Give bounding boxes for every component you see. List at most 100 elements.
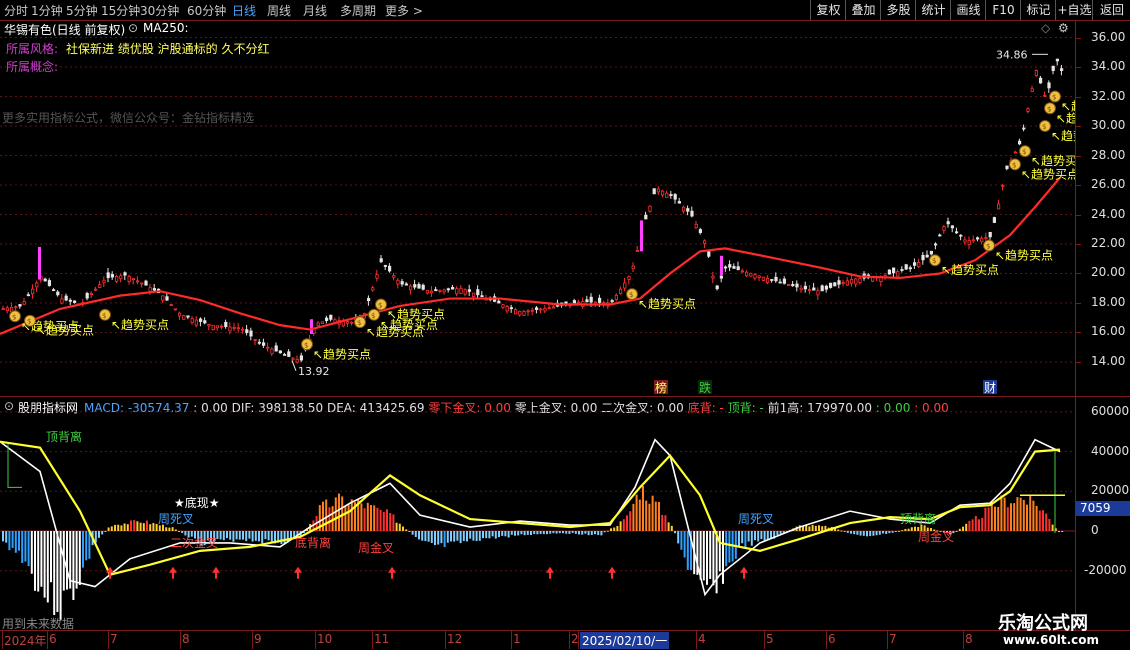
- candle-body: [73, 300, 77, 303]
- toolbar-button-0[interactable]: 复权: [810, 0, 846, 20]
- candle-body: [509, 307, 514, 310]
- period-tab-10[interactable]: 更多 >: [385, 2, 423, 19]
- macd-bar: [248, 531, 251, 539]
- toolbar-button-6[interactable]: 标记: [1020, 0, 1056, 20]
- macd-bar: [350, 499, 353, 531]
- macd-bar: [664, 515, 667, 531]
- period-tab-3[interactable]: 15分钟: [101, 2, 140, 19]
- buy-signal-label: ↖趋势买点: [313, 347, 371, 361]
- price-tick-mark: [1076, 215, 1081, 216]
- period-tab-6[interactable]: 日线: [232, 2, 256, 19]
- macd-bar: [725, 531, 728, 567]
- candle-body: [329, 314, 333, 320]
- macd-bar: [629, 511, 632, 531]
- macd-bar: [1016, 497, 1019, 531]
- date-tick-mark: [887, 631, 888, 649]
- candle-body: [497, 300, 501, 304]
- date-tick: 8: [182, 632, 190, 646]
- candle-body: [387, 265, 392, 272]
- candle-body: [282, 353, 287, 356]
- candle-body: [946, 221, 950, 225]
- macd-bar: [770, 531, 772, 539]
- candle-body: [715, 285, 719, 290]
- candle-body: [631, 265, 635, 270]
- period-tab-2[interactable]: 5分钟: [66, 2, 98, 19]
- candle-body: [719, 275, 724, 279]
- macd-bar: [568, 531, 571, 534]
- macd-bar: [142, 523, 145, 531]
- buy-signal-label: ↖趋势买点: [111, 318, 169, 332]
- macd-bar: [526, 531, 529, 535]
- macd-bar: [738, 531, 740, 547]
- macd-bar: [88, 531, 91, 559]
- date-tick: 6: [828, 632, 836, 646]
- money-bag-glyph: $: [304, 341, 308, 349]
- date-tick: 2024年: [4, 634, 47, 648]
- toolbar-button-2[interactable]: 多股: [880, 0, 916, 20]
- period-tab-4[interactable]: 30分钟: [140, 2, 179, 19]
- macd-tick: -20000: [1084, 563, 1127, 577]
- macd-tick: 40000: [1091, 444, 1130, 458]
- money-bag-glyph: $: [1052, 94, 1056, 102]
- macd-chart[interactable]: 顶背离★底现★周死叉 周死叉周金叉周金叉二次金叉 底背离顶背离: [0, 397, 1075, 630]
- macd-bar: [152, 522, 155, 531]
- macd-bar: [1045, 513, 1048, 531]
- candle-body: [514, 309, 518, 315]
- highlight-candle: [720, 255, 723, 275]
- candle-body: [408, 285, 413, 291]
- macd-bar: [776, 531, 779, 535]
- candle-body: [938, 234, 942, 237]
- toolbar-button-4[interactable]: 画线: [950, 0, 986, 20]
- macd-bar: [626, 515, 628, 531]
- up-arrow-icon: [608, 566, 616, 579]
- candlestick-chart[interactable]: $ ↖趋势买点 $ ↖趋势买点 $ ↖趋势买点 $ ↖趋势买点 $ ↖趋势买点 $ ↖趋势买点 $ ↖趋势…: [0, 21, 1075, 396]
- candle-body: [1051, 65, 1055, 71]
- candle-body: [698, 229, 703, 233]
- macd-bar: [382, 511, 385, 531]
- period-tab-1[interactable]: 1分钟: [31, 2, 63, 19]
- toolbar-button-7[interactable]: +自选: [1055, 0, 1093, 20]
- macd-bar: [8, 531, 11, 551]
- period-tab-5[interactable]: 60分钟: [187, 2, 226, 19]
- candle-body: [295, 358, 299, 363]
- buy-signal-label: ↖趋势买点: [941, 263, 999, 277]
- macd-bar: [997, 506, 1000, 531]
- macd-bar: [974, 516, 977, 531]
- period-tab-0[interactable]: 分时: [4, 2, 28, 19]
- candle-body: [115, 275, 119, 282]
- period-tab-9[interactable]: 多周期: [340, 2, 376, 19]
- toolbar-button-3[interactable]: 统计: [915, 0, 951, 20]
- macd-bar: [603, 531, 606, 533]
- candle-body: [988, 231, 992, 238]
- period-tab-8[interactable]: 月线: [303, 2, 327, 19]
- candle-body: [434, 289, 438, 292]
- macd-bar: [549, 531, 552, 534]
- macd-bar: [888, 531, 891, 534]
- macd-bar: [245, 531, 248, 542]
- macd-bar: [648, 503, 651, 531]
- macd-bar: [360, 503, 363, 531]
- toolbar-button-5[interactable]: F10: [985, 0, 1021, 20]
- low-price-label: 13.92: [298, 365, 330, 378]
- candle-body: [131, 278, 135, 281]
- candle-body: [841, 282, 845, 284]
- candle-body: [224, 321, 228, 327]
- date-tick: 7: [110, 632, 118, 646]
- price-tick-mark: [1076, 362, 1081, 363]
- macd-bar: [242, 531, 244, 540]
- toolbar-button-1[interactable]: 叠加: [845, 0, 881, 20]
- candle-body: [501, 304, 505, 308]
- date-tick-mark: [372, 631, 373, 649]
- toolbar-button-8[interactable]: 返回: [1092, 0, 1130, 20]
- period-tab-7[interactable]: 周线: [267, 2, 291, 19]
- candle-body: [992, 217, 997, 223]
- macd-bar: [581, 531, 584, 535]
- macd-bar: [414, 531, 417, 537]
- macd-bar: [251, 531, 254, 542]
- macd-bar: [494, 531, 497, 539]
- buy-signal-label: ↖趋势买点: [1021, 167, 1075, 181]
- candle-body: [35, 282, 39, 288]
- macd-bar: [558, 531, 561, 534]
- candle-body: [808, 289, 812, 291]
- candle-body: [1060, 68, 1064, 71]
